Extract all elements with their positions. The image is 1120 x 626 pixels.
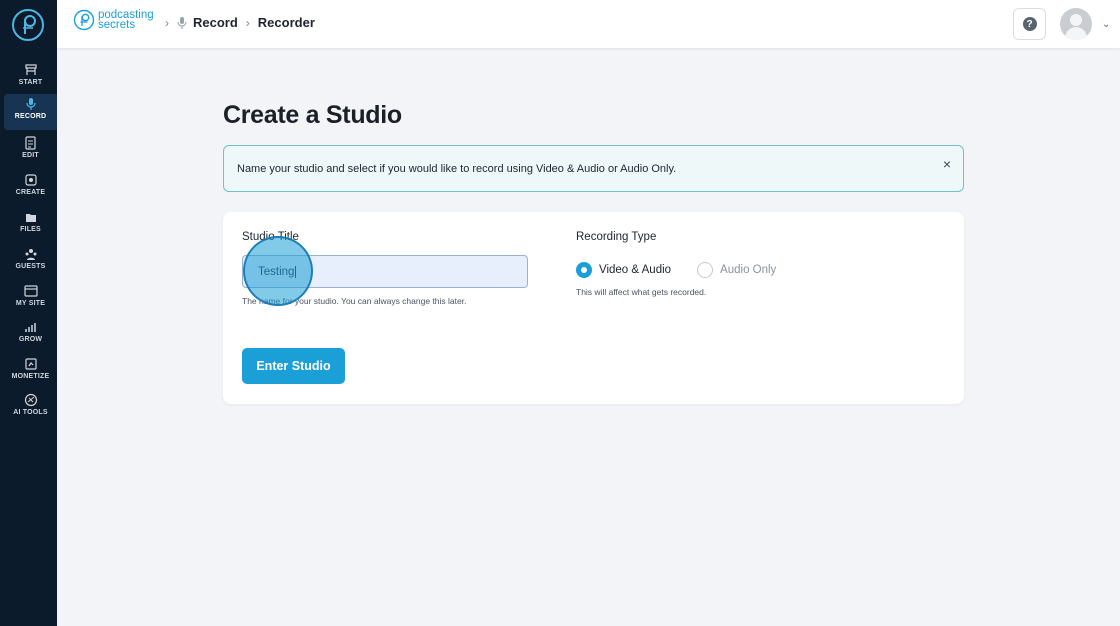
create-studio-card: Studio Title Testing The name for your s… [223, 212, 964, 404]
sidebar-item-create[interactable]: CREATE [4, 170, 57, 204]
studio-title-label: Studio Title [242, 231, 299, 243]
ai-tools-icon [24, 393, 37, 407]
chevron-right-icon: › [165, 15, 169, 30]
page-title: Create a Studio [223, 101, 402, 129]
sidebar-item-label: FILES [20, 226, 41, 233]
radio-label: Video & Audio [599, 264, 672, 276]
text-cursor [295, 265, 297, 278]
sidebar-item-label: MONETIZE [11, 373, 50, 380]
sidebar-item-label: CREATE [15, 189, 46, 196]
create-icon [24, 174, 37, 186]
sidebar-item-ai-tools[interactable]: AI TOOLS [4, 390, 57, 424]
radio-label: Audio Only [720, 264, 777, 276]
alert-message: Name your studio and select if you would… [237, 162, 677, 175]
sidebar-item-label: EDIT [22, 152, 39, 159]
studio-title-hint: The name for your studio. You can always… [242, 296, 467, 306]
brand-logo[interactable]: podcasting secrets [73, 9, 154, 31]
help-icon: ? [1022, 17, 1037, 31]
microphone-icon [177, 16, 187, 29]
podcasting-secrets-logo[interactable] [11, 8, 45, 42]
radio-unselected-icon [697, 262, 714, 278]
chevron-down-icon: ⌄ [1102, 18, 1111, 30]
breadcrumb: › Record › Recorder [165, 15, 315, 30]
monetize-icon [24, 358, 37, 370]
breadcrumb-recorder: Recorder [257, 15, 315, 30]
radio-video-audio[interactable]: Video & Audio [576, 262, 671, 278]
sidebar-item-files[interactable]: FILES [4, 207, 57, 241]
guests-icon [25, 249, 36, 260]
radio-audio-only[interactable]: Audio Only [697, 262, 776, 278]
site-icon [23, 285, 38, 297]
edit-icon [24, 136, 36, 150]
brand-mark-icon [73, 9, 95, 31]
grow-icon [24, 323, 36, 332]
sidebar-item-label: GROW [18, 336, 43, 343]
start-icon [24, 64, 37, 75]
user-menu[interactable]: ⌄ [1054, 6, 1120, 42]
microphone-icon [25, 98, 36, 110]
chevron-right-icon: › [245, 15, 250, 30]
sidebar-item-guests[interactable]: GUESTS [4, 244, 57, 278]
sidebar-item-my-site[interactable]: MY SITE [4, 281, 57, 315]
recording-type-radio-group: Video & Audio Audio Only [576, 262, 802, 278]
sidebar-item-label: GUESTS [15, 263, 46, 270]
sidebar-item-label: START [18, 79, 43, 86]
sidebar-item-label: MY SITE [15, 300, 46, 307]
sidebar-item-label: RECORD [14, 113, 47, 120]
sidebar: START RECORD EDIT CREATE FILES GUESTS MY… [0, 0, 57, 626]
sidebar-item-grow[interactable]: GROW [4, 317, 57, 351]
recording-type-hint: This will affect what gets recorded. [576, 287, 707, 297]
info-alert: Name your studio and select if you would… [223, 145, 964, 192]
studio-title-input[interactable]: Testing [242, 255, 528, 288]
close-icon[interactable]: × [943, 156, 951, 172]
sidebar-item-edit[interactable]: EDIT [4, 133, 57, 167]
studio-title-value: Testing [258, 265, 295, 278]
sidebar-item-monetize[interactable]: MONETIZE [4, 354, 57, 388]
enter-studio-button[interactable]: Enter Studio [242, 348, 345, 384]
recording-type-label: Recording Type [576, 231, 657, 243]
top-bar: podcasting secrets › Record › Recorder ?… [57, 0, 1120, 48]
files-icon [25, 214, 36, 222]
help-button[interactable]: ? [1013, 8, 1046, 40]
sidebar-item-record[interactable]: RECORD [4, 94, 57, 130]
avatar [1060, 8, 1092, 40]
brand-line2: secrets [98, 18, 136, 31]
radio-selected-icon [576, 262, 592, 278]
sidebar-item-label: AI TOOLS [13, 409, 48, 416]
breadcrumb-record[interactable]: Record [193, 15, 238, 30]
sidebar-item-start[interactable]: START [4, 60, 57, 94]
